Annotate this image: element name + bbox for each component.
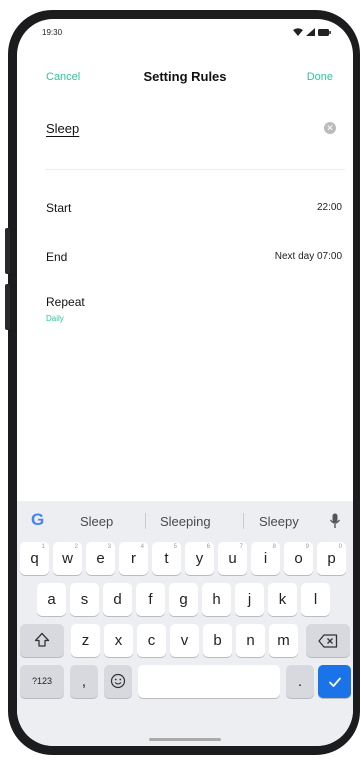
repeat-label: Repeat [46, 295, 85, 309]
key-letter: p [327, 550, 336, 567]
key-letter: y [195, 550, 204, 567]
key-v[interactable]: v [170, 624, 199, 657]
key-letter: u [228, 550, 237, 567]
suggestion-bar: G Sleep Sleeping Sleepy [17, 501, 353, 541]
rule-name-value[interactable]: Sleep [46, 121, 79, 136]
suggestion-3[interactable]: Sleepy [259, 514, 299, 529]
key-k[interactable]: k [268, 583, 297, 616]
status-time: 19:30 [42, 28, 63, 37]
key-g[interactable]: g [169, 583, 198, 616]
home-indicator [149, 738, 221, 741]
google-icon[interactable]: G [31, 510, 44, 530]
status-icons [293, 27, 331, 37]
repeat-value: Daily [46, 314, 64, 323]
key-c[interactable]: c [137, 624, 166, 657]
key-hint: 6 [206, 544, 210, 550]
volume-button [5, 228, 10, 274]
phone-screen: 19:30 Cancel Setting Rules Done Sleep ✕ … [17, 19, 353, 746]
signal-icon [306, 28, 315, 36]
space-key[interactable] [138, 665, 280, 698]
key-h[interactable]: h [202, 583, 231, 616]
key-row-2: a s d f g h j k l [17, 583, 353, 616]
key-i[interactable]: i8 [251, 542, 280, 575]
key-hint: 8 [272, 544, 276, 550]
check-icon [328, 677, 341, 687]
end-label: End [46, 250, 68, 264]
key-f[interactable]: f [136, 583, 165, 616]
key-p[interactable]: p0 [317, 542, 346, 575]
comma-key[interactable]: , [70, 665, 98, 698]
key-s[interactable]: s [70, 583, 99, 616]
start-value: 22:00 [316, 202, 342, 213]
key-letter: t [164, 550, 169, 567]
key-letter: q [30, 550, 39, 567]
keyboard: G Sleep Sleeping Sleepy q1 w2 e3 r4 t5 y… [17, 501, 353, 746]
top-nav: Cancel Setting Rules Done [17, 65, 353, 89]
divider [45, 169, 345, 170]
key-row-3: z x c v b n m [17, 624, 353, 657]
shift-icon [34, 632, 50, 647]
key-hint: 0 [338, 544, 342, 550]
key-row-4: ?123 , . [17, 665, 353, 698]
key-w[interactable]: w2 [53, 542, 82, 575]
shift-key[interactable] [20, 624, 64, 657]
emoji-icon [110, 673, 126, 689]
key-x[interactable]: x [104, 624, 133, 657]
key-letter: i [263, 550, 268, 567]
power-button [5, 284, 10, 330]
key-n[interactable]: n [236, 624, 265, 657]
key-t[interactable]: t5 [152, 542, 181, 575]
mic-icon[interactable] [329, 513, 341, 529]
key-letter: e [96, 550, 105, 567]
end-value: Next day 07:00 [274, 251, 342, 262]
suggestion-2[interactable]: Sleeping [160, 514, 211, 529]
emoji-key[interactable] [104, 665, 132, 698]
key-m[interactable]: m [269, 624, 298, 657]
repeat-row[interactable]: Repeat Daily [46, 293, 342, 333]
suggestion-divider [145, 513, 146, 529]
key-j[interactable]: j [235, 583, 264, 616]
key-hint: 1 [41, 544, 45, 550]
key-hint: 7 [239, 544, 243, 550]
key-y[interactable]: y6 [185, 542, 214, 575]
key-z[interactable]: z [71, 624, 100, 657]
key-hint: 2 [74, 544, 78, 550]
key-hint: 3 [107, 544, 111, 550]
rule-name-field[interactable]: Sleep ✕ [46, 119, 336, 145]
key-o[interactable]: o9 [284, 542, 313, 575]
done-button[interactable]: Done [307, 71, 333, 83]
start-label: Start [46, 201, 72, 215]
key-b[interactable]: b [203, 624, 232, 657]
enter-key[interactable] [318, 665, 351, 698]
symbols-key[interactable]: ?123 [20, 665, 64, 698]
period-key[interactable]: . [286, 665, 314, 698]
backspace-icon [318, 634, 338, 648]
battery-icon [318, 28, 331, 36]
key-u[interactable]: u7 [218, 542, 247, 575]
key-e[interactable]: e3 [86, 542, 115, 575]
backspace-key[interactable] [306, 624, 350, 657]
key-a[interactable]: a [37, 583, 66, 616]
key-r[interactable]: r4 [119, 542, 148, 575]
key-hint: 4 [140, 544, 144, 550]
key-l[interactable]: l [301, 583, 330, 616]
start-row[interactable]: Start 22:00 [46, 199, 342, 221]
key-q[interactable]: q1 [20, 542, 49, 575]
key-hint: 9 [305, 544, 309, 550]
key-hint: 5 [173, 544, 177, 550]
page-title: Setting Rules [143, 69, 227, 84]
suggestion-1[interactable]: Sleep [80, 514, 113, 529]
status-bar: 19:30 [17, 19, 353, 49]
key-row-1: q1 w2 e3 r4 t5 y6 u7 i8 o9 p0 [17, 542, 353, 575]
key-letter: o [294, 550, 303, 567]
clear-icon[interactable]: ✕ [324, 122, 336, 134]
key-d[interactable]: d [103, 583, 132, 616]
key-letter: w [62, 550, 73, 567]
key-letter: r [131, 550, 136, 567]
wifi-icon [293, 28, 303, 36]
suggestion-divider [243, 513, 244, 529]
end-row[interactable]: End Next day 07:00 [46, 248, 342, 270]
